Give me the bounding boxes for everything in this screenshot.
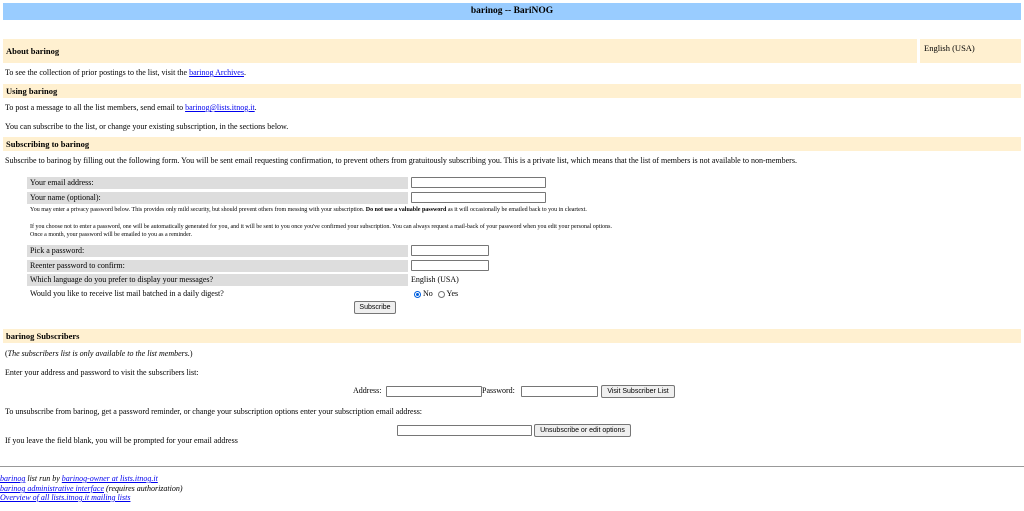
subscribers-heading: barinog Subscribers [3, 329, 1021, 343]
password-label: Password: [482, 386, 515, 395]
list-link[interactable]: barinog [0, 474, 25, 483]
owner-link[interactable]: barinog-owner at lists.itnog.it [62, 474, 158, 483]
about-heading: About barinog [3, 39, 917, 63]
post-text-end: . [254, 103, 257, 112]
email-input[interactable] [411, 177, 546, 188]
archives-text: To see the collection of prior postings … [5, 68, 190, 77]
digest-yes-radio[interactable] [437, 290, 445, 298]
using-heading: Using barinog [3, 84, 1021, 98]
subscribe-intro: Subscribe to barinog by filling out the … [5, 156, 797, 165]
unsubscribe-email-input[interactable] [397, 425, 532, 436]
email-label: Your email address: [27, 177, 408, 189]
subscribe-button[interactable]: Subscribe [354, 301, 396, 314]
footer-divider [0, 466, 1024, 467]
about-language: English (USA) [920, 39, 1021, 63]
admin-interface-link[interactable]: barinog administrative interface [0, 484, 104, 493]
archives-text-end: . [243, 68, 246, 77]
name-label: Your name (optional): [27, 192, 408, 204]
auto-password-note: If you choose not to enter a password, o… [30, 224, 612, 230]
digest-yes-label: Yes [446, 289, 459, 298]
password-input[interactable] [521, 386, 598, 397]
archives-link[interactable]: barinog Archives [189, 68, 244, 77]
blank-field-note: If you leave the field blank, you will b… [5, 436, 238, 445]
address-input[interactable] [386, 386, 482, 397]
admin-note: (requires authorization) [104, 484, 183, 493]
digest-options: No Yes [414, 289, 458, 298]
footer-admin: barinog administrative interface (requir… [0, 484, 183, 493]
subscribe-note: You can subscribe to the list, or change… [5, 122, 289, 131]
page-title: barinog -- BariNOG [3, 3, 1021, 20]
digest-no-radio[interactable] [414, 290, 421, 298]
unsubscribe-prompt: To unsubscribe from barinog, get a passw… [5, 407, 423, 416]
digest-no-label: No [423, 289, 433, 298]
post-email-link[interactable]: barinog@lists.itnog.it [185, 103, 255, 112]
overview-link[interactable]: Overview of all lists.itnog.it mailing l… [0, 493, 130, 502]
post-text: To post a message to all the list member… [5, 103, 186, 112]
archives-line: To see the collection of prior postings … [5, 68, 246, 77]
privacy-note-end: as it will occasionally be emailed back … [446, 207, 587, 213]
run-by-text: list run by [25, 474, 62, 483]
pick-password-label: Pick a password: [27, 245, 408, 257]
privacy-note-text: You may enter a privacy password below. … [30, 207, 366, 213]
digest-label: Would you like to receive list mail batc… [30, 289, 224, 298]
footer-run-by: barinog list run by barinog-owner at lis… [0, 474, 158, 483]
language-label: Which language do you prefer to display … [27, 274, 408, 286]
subscribing-heading: Subscribing to barinog [3, 137, 1021, 151]
privacy-note: You may enter a privacy password below. … [30, 207, 730, 215]
unsubscribe-button[interactable]: Unsubscribe or edit options [534, 424, 631, 437]
monthly-reminder-note: Once a month, your password will be emai… [30, 231, 192, 238]
members-only-note: (The subscribers list is only available … [5, 349, 193, 358]
pick-password-input[interactable] [411, 245, 489, 256]
language-value: English (USA) [411, 275, 459, 284]
privacy-note-bold: Do not use a valuable password [365, 207, 447, 213]
address-label: Address: [353, 386, 382, 395]
name-input[interactable] [411, 192, 546, 203]
reenter-password-label: Reenter password to confirm: [27, 260, 408, 272]
post-line: To post a message to all the list member… [5, 103, 257, 112]
reenter-password-input[interactable] [411, 260, 489, 271]
footer-overview: Overview of all lists.itnog.it mailing l… [0, 493, 130, 502]
enter-prompt: Enter your address and password to visit… [5, 368, 199, 377]
visit-subscriber-list-button[interactable]: Visit Subscriber List [601, 385, 675, 398]
members-only-text: The subscribers list is only available t… [7, 349, 190, 358]
